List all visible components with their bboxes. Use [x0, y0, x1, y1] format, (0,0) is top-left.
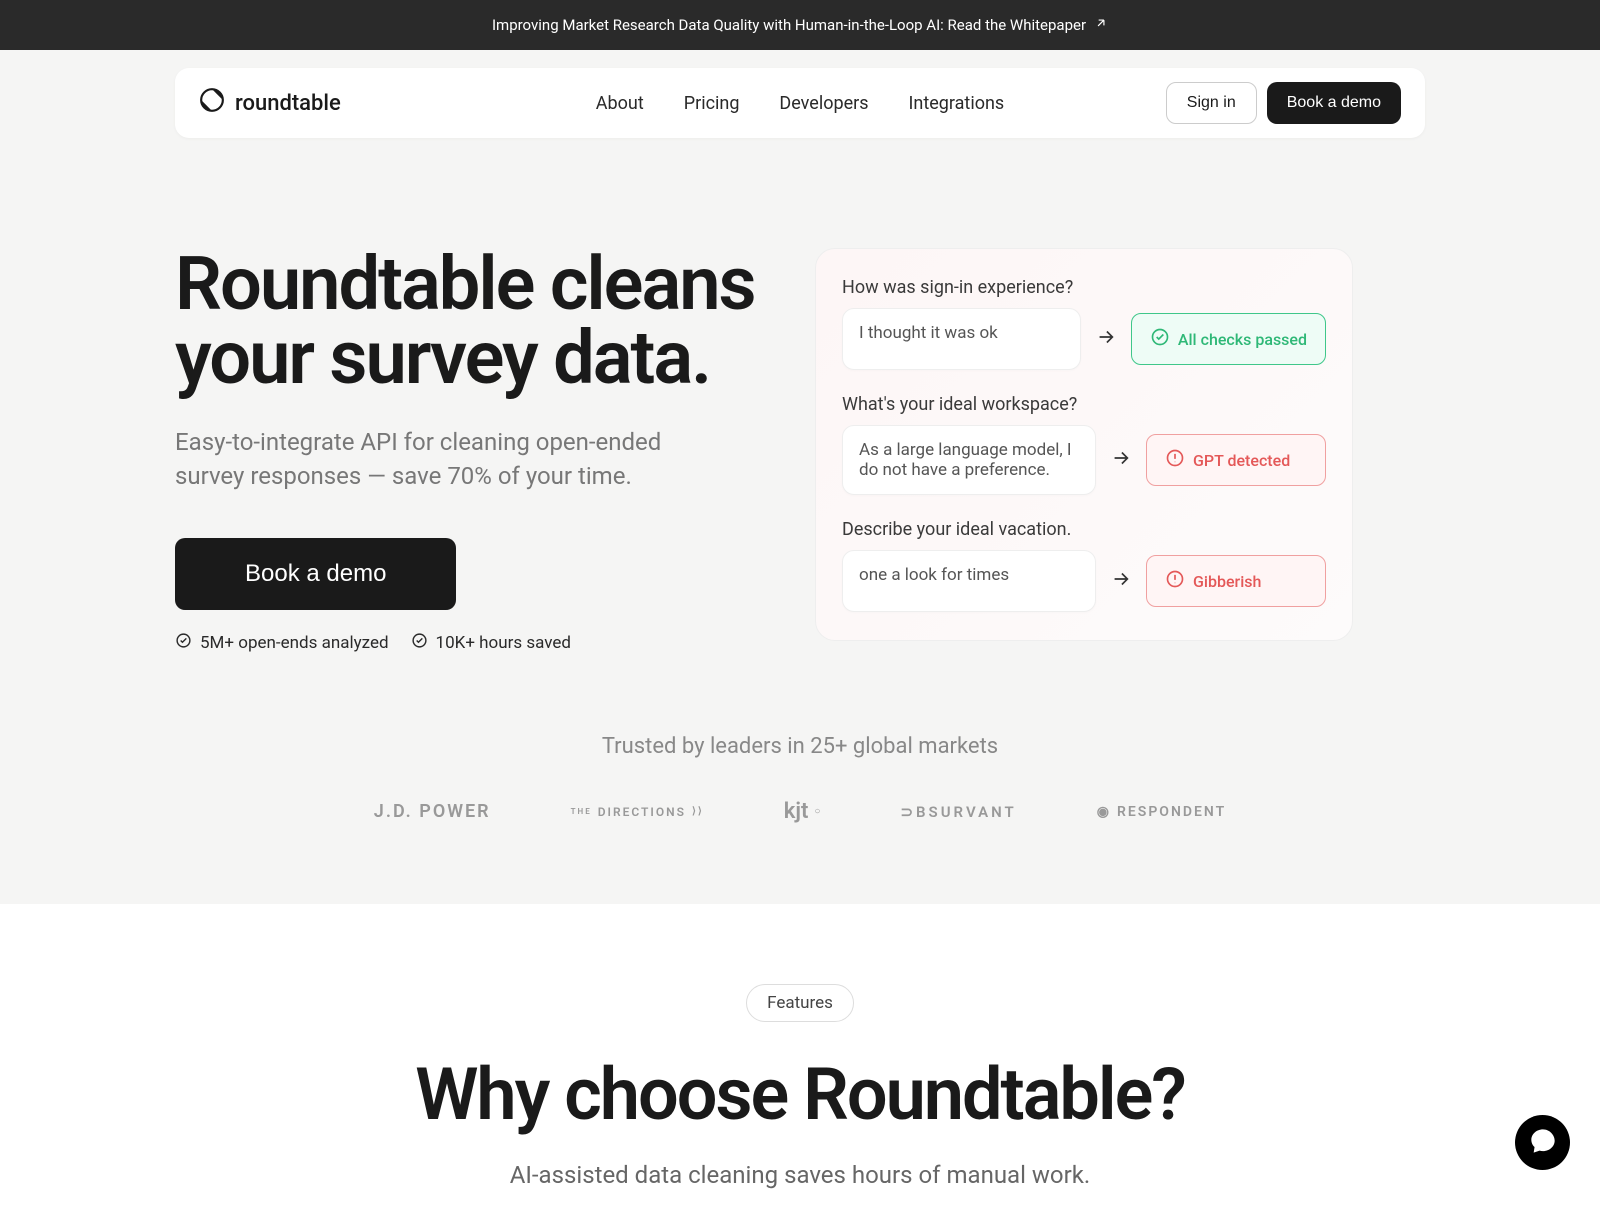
signin-button[interactable]: Sign in [1166, 82, 1257, 124]
arrow-right-icon [1095, 326, 1117, 352]
trusted-section: Trusted by leaders in 25+ global markets… [175, 734, 1425, 824]
nav-link-pricing[interactable]: Pricing [684, 93, 740, 114]
demo-result-fail: Gibberish [1146, 555, 1326, 607]
demo-row: Describe your ideal vacation. one a look… [842, 519, 1326, 612]
partner-logo-obsurvant: ⊃BSURVANT [900, 803, 1016, 821]
book-demo-hero-button[interactable]: Book a demo [175, 538, 456, 610]
nav-actions: Sign in Book a demo [1166, 82, 1401, 124]
nav-link-about[interactable]: About [596, 93, 644, 114]
hero-subtitle: Easy-to-integrate API for cleaning open-… [175, 426, 715, 493]
demo-card: How was sign-in experience? I thought it… [815, 248, 1353, 641]
arrow-right-icon [1110, 447, 1132, 473]
nav-link-integrations[interactable]: Integrations [909, 93, 1005, 114]
partner-logo-jdpower: J.D. POWER [374, 801, 491, 822]
trusted-text: Trusted by leaders in 25+ global markets [175, 734, 1425, 759]
partner-logos: J.D. POWER THE DIRECTIONS ⟩⟩ kjt○ ⊃BSURV… [175, 799, 1425, 824]
demo-result-pass: All checks passed [1131, 313, 1326, 365]
hero-content: Roundtable cleans your survey data. Easy… [175, 248, 775, 654]
check-circle-icon [411, 632, 428, 654]
demo-question: Describe your ideal vacation. [842, 519, 1326, 540]
demo-question: What's your ideal workspace? [842, 394, 1326, 415]
stat-text: 10K+ hours saved [436, 633, 571, 653]
hero-title: Roundtable cleans your survey data. [175, 248, 775, 396]
book-demo-nav-button[interactable]: Book a demo [1267, 82, 1401, 124]
features-badge: Features [746, 984, 854, 1022]
main-nav: roundtable About Pricing Developers Inte… [175, 68, 1425, 138]
stat-text: 5M+ open-ends analyzed [200, 633, 389, 653]
hero-stats: 5M+ open-ends analyzed 10K+ hours saved [175, 632, 775, 654]
demo-result-fail: GPT detected [1146, 434, 1326, 486]
result-text: All checks passed [1178, 330, 1307, 349]
demo-question: How was sign-in experience? [842, 277, 1326, 298]
logo[interactable]: roundtable [199, 87, 341, 119]
alert-circle-icon [1165, 448, 1185, 472]
demo-response: one a look for times [842, 550, 1096, 612]
features-section: Features Why choose Roundtable? AI-assis… [0, 904, 1600, 1229]
hero-section: Roundtable cleans your survey data. Easy… [175, 248, 1425, 654]
arrow-up-right-icon [1094, 16, 1108, 34]
demo-flow: one a look for times Gibberish [842, 550, 1326, 612]
demo-response: I thought it was ok [842, 308, 1081, 370]
check-circle-icon [175, 632, 192, 654]
stat-analyzed: 5M+ open-ends analyzed [175, 632, 389, 654]
alert-circle-icon [1165, 569, 1185, 593]
demo-row: What's your ideal workspace? As a large … [842, 394, 1326, 495]
demo-flow: I thought it was ok All checks passed [842, 308, 1326, 370]
demo-flow: As a large language model, I do not have… [842, 425, 1326, 495]
demo-response: As a large language model, I do not have… [842, 425, 1096, 495]
nav-link-developers[interactable]: Developers [779, 93, 868, 114]
announcement-bar[interactable]: Improving Market Research Data Quality w… [0, 0, 1600, 50]
brand-name: roundtable [235, 91, 341, 116]
result-text: Gibberish [1193, 572, 1261, 591]
chat-widget-button[interactable] [1515, 1115, 1570, 1170]
features-title: Why choose Roundtable? [0, 1052, 1600, 1137]
chat-icon [1529, 1127, 1557, 1159]
respondent-icon: ◉ [1097, 804, 1111, 820]
stat-hours: 10K+ hours saved [411, 632, 571, 654]
partner-logo-respondent: ◉ RESPONDENT [1097, 804, 1226, 820]
result-text: GPT detected [1193, 451, 1290, 470]
nav-links: About Pricing Developers Integrations [596, 93, 1004, 114]
partner-logo-kjt: kjt○ [784, 799, 821, 824]
features-subtitle: AI-assisted data cleaning saves hours of… [0, 1161, 1600, 1189]
check-circle-icon [1150, 327, 1170, 351]
announcement-text: Improving Market Research Data Quality w… [492, 16, 1086, 34]
partner-logo-directions: THE DIRECTIONS ⟩⟩ [571, 805, 704, 819]
demo-row: How was sign-in experience? I thought it… [842, 277, 1326, 370]
roundtable-logo-icon [199, 87, 225, 119]
arrow-right-icon [1110, 568, 1132, 594]
